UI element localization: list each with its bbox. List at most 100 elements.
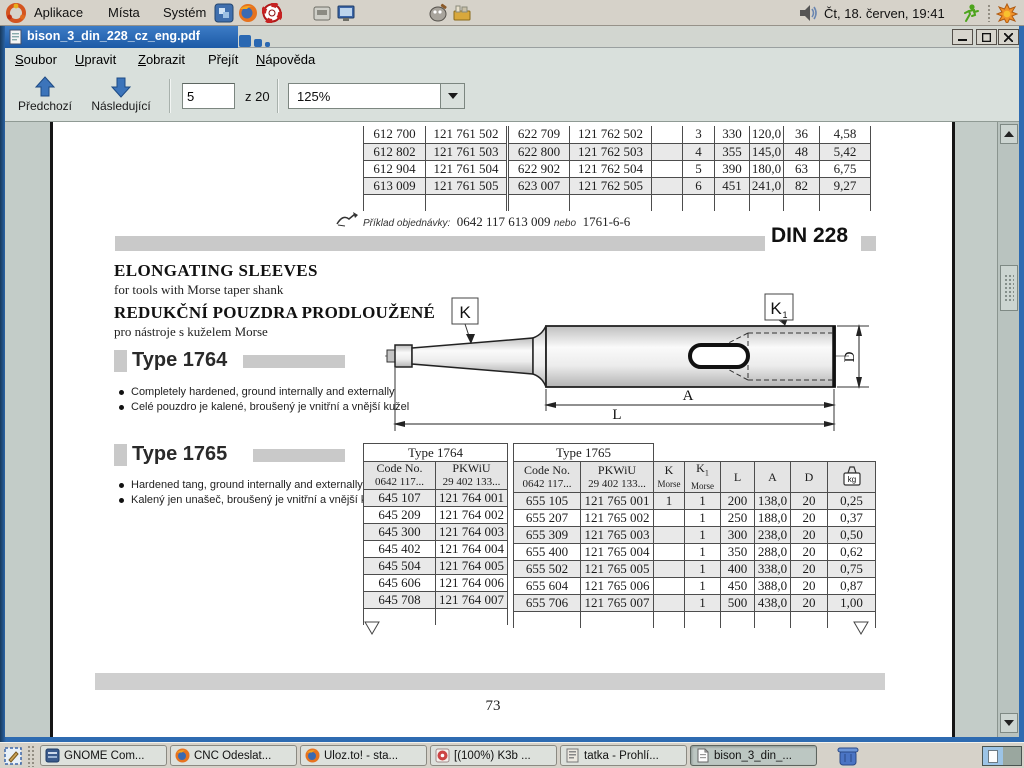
table-cell: 121 765 004 [581, 544, 654, 561]
distro-logo-icon[interactable] [6, 3, 26, 23]
update-notifier-icon[interactable] [996, 3, 1018, 23]
scroll-up-button[interactable] [1000, 124, 1018, 144]
table-cell: 238,0 [755, 527, 791, 544]
help-lifesaver-icon[interactable] [262, 3, 282, 23]
table-cell [820, 194, 871, 211]
scroll-down-button[interactable] [1000, 713, 1018, 733]
show-desktop-icon[interactable] [3, 746, 23, 766]
table-cell: 451 [715, 177, 750, 194]
minimize-button[interactable] [952, 29, 973, 45]
l-column-header: L [721, 462, 755, 493]
taskbar-button-firefox-cnc[interactable]: CNC Odeslat... [170, 745, 297, 766]
workspace-active[interactable] [983, 747, 1003, 765]
gimp-icon[interactable] [428, 3, 448, 23]
table-continues-triangle [853, 621, 869, 635]
scrollbar-thumb[interactable] [1000, 265, 1018, 311]
menu-view[interactable]: Zobrazit [138, 52, 185, 67]
code-column-header: Code No.0642 117... [364, 462, 436, 490]
header-line: K [665, 463, 674, 477]
panel-menu-places[interactable]: Místa [108, 5, 140, 20]
header-line: 29 402 133... [443, 476, 501, 488]
vertical-scrollbar[interactable] [997, 122, 1019, 737]
table-cell: 121 765 003 [581, 527, 654, 544]
order-pen-icon [335, 210, 359, 228]
din-standard-label: DIN 228 [771, 224, 848, 248]
table-cell [654, 544, 685, 561]
display-settings-icon[interactable] [336, 3, 356, 23]
taskbar-button-pdf-active[interactable]: bison_3_din_... [690, 745, 817, 766]
task-label: [(100%) K3b ... [454, 750, 531, 762]
table-cell: 288,0 [755, 544, 791, 561]
order-example-code: 0642 117 613 009 [457, 214, 551, 229]
table-cell: 655 400 [514, 544, 581, 561]
zoom-dropdown-button[interactable] [440, 84, 464, 108]
volume-icon[interactable] [798, 4, 820, 22]
blue-app-launcher-icon[interactable] [214, 3, 234, 23]
panel-clock[interactable]: Čt, 18. červen, 19:41 [824, 6, 945, 21]
table-cell [654, 527, 685, 544]
header-line: Code No. [524, 463, 570, 477]
table-cell [652, 126, 683, 143]
table-cell: 82 [784, 177, 820, 194]
table-row: 645 209121 764 002 [364, 507, 508, 524]
menu-label-part: oubor [24, 52, 57, 67]
order-example-label: Příklad objednávky: [363, 218, 450, 229]
type1765-bar [253, 449, 345, 462]
pdf-page: 612 700121 761 502622 709121 762 5023330… [50, 122, 955, 737]
page-number: 73 [473, 698, 513, 715]
maximize-button[interactable] [976, 29, 997, 45]
table-cell: 1 [685, 561, 721, 578]
table-cell: 20 [791, 527, 828, 544]
table-row: 655 502121 765 0051400338,0200,75 [514, 561, 876, 578]
workspace-switcher[interactable] [982, 746, 1022, 766]
table-cell: 180,0 [750, 160, 784, 177]
page-number-input[interactable] [182, 83, 235, 109]
window-titlebar[interactable]: bison_3_din_228_cz_eng.pdf [5, 26, 1019, 48]
firefox-icon [305, 748, 320, 763]
table-cell: 200 [721, 493, 755, 510]
k1-label: K [770, 299, 782, 318]
menu-go[interactable]: Přejít [208, 52, 238, 67]
footer-band [95, 673, 885, 690]
window-title: bison_3_din_228_cz_eng.pdf [27, 29, 200, 43]
notification-area-handle[interactable] [987, 4, 991, 22]
taskbar-button-gnome-commander[interactable]: GNOME Com... [40, 745, 167, 766]
table-cell [654, 561, 685, 578]
close-button[interactable] [998, 29, 1019, 45]
toolbox-icon[interactable] [452, 3, 472, 23]
weight-kg-icon: kg [842, 465, 862, 487]
session-runner-icon[interactable] [960, 3, 980, 23]
removable-media-icon[interactable] [312, 3, 332, 23]
panel-menu-system[interactable]: Systém [163, 5, 206, 20]
trash-icon[interactable] [836, 745, 860, 767]
next-page-button[interactable]: Následující [83, 76, 159, 118]
table-cell: 350 [721, 544, 755, 561]
table-cell: 655 309 [514, 527, 581, 544]
table-cell: 390 [715, 160, 750, 177]
pkwiu-column-header: PKWiU29 402 133... [581, 462, 654, 493]
table-row: 655 400121 765 0041350288,0200,62 [514, 544, 876, 561]
table-cell: 145,0 [750, 143, 784, 160]
table-row: 655 706121 765 0071500438,0201,00 [514, 595, 876, 612]
titlebar-gradient: bison_3_din_228_cz_eng.pdf [5, 26, 238, 48]
table-cell: 1,00 [828, 595, 876, 612]
table-row: 612 802121 761 503622 800121 762 5034355… [364, 143, 871, 160]
menu-help[interactable]: Nápověda [256, 52, 315, 67]
menu-file[interactable]: Soubor [15, 52, 57, 67]
panel-menu-applications[interactable]: Aplikace [34, 5, 83, 20]
zoom-select[interactable]: 125% [288, 83, 465, 109]
table-cell: 1 [685, 595, 721, 612]
table-cell [426, 194, 508, 211]
workspace-inactive[interactable] [1003, 747, 1021, 765]
firefox-launcher-icon[interactable] [238, 3, 258, 23]
table-cell: 645 209 [364, 507, 436, 524]
taskbar-button-file-browser[interactable]: tatka - Prohlí... [560, 745, 687, 766]
previous-page-button[interactable]: Předchozí [13, 76, 77, 118]
menu-label-accel: N [256, 52, 265, 67]
table-row: 613 009121 761 505623 007121 762 5056451… [364, 177, 871, 194]
menu-edit[interactable]: Upravit [75, 52, 116, 67]
taskbar-button-k3b[interactable]: [(100%) K3b ... [430, 745, 557, 766]
taskbar-button-firefox-uloz[interactable]: Uloz.to! - sta... [300, 745, 427, 766]
document-viewport[interactable]: 612 700121 761 502622 709121 762 5023330… [5, 122, 1019, 737]
tasklist-handle[interactable] [27, 745, 35, 767]
